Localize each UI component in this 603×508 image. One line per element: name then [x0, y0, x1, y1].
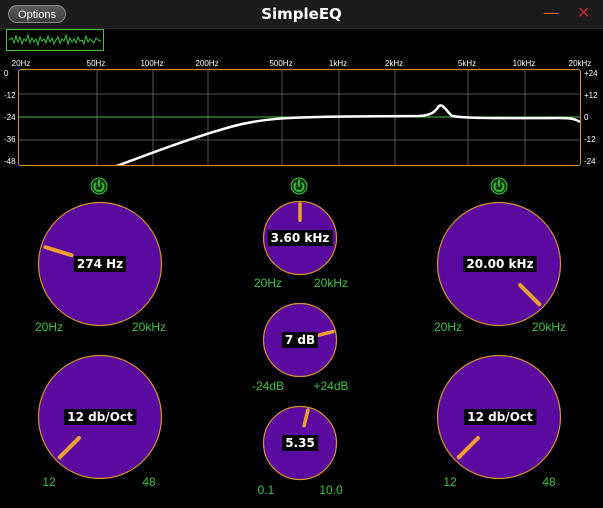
peak-gain-min-label: -24dB — [251, 379, 285, 393]
response-curve-plot — [19, 70, 581, 173]
freq-label: 10kHz — [512, 59, 536, 68]
high-cut-slope-value: 12 db/Oct — [464, 409, 536, 425]
low-cut-freq-min-label: 20Hz — [34, 320, 64, 334]
response-curve — [18, 69, 581, 173]
freq-label: 200Hz — [195, 59, 219, 68]
peak-quality-value: 5.35 — [282, 435, 318, 451]
peak-gain-max-label: +24dB — [313, 379, 349, 393]
db-label-left: -24 — [4, 113, 16, 122]
freq-label: 500Hz — [269, 59, 293, 68]
freq-label: 1kHz — [328, 59, 348, 68]
minimize-icon[interactable]: — — [543, 4, 559, 22]
high-cut-power-icon[interactable] — [490, 177, 508, 195]
high-cut-slope-min-label: 12 — [443, 475, 457, 489]
title-bar: Options SimpleEQ — ✕ — [0, 0, 603, 29]
spectrum-waveform-icon — [8, 33, 102, 47]
db-label-right: +24 — [584, 69, 598, 78]
low-cut-slope-max-label: 48 — [142, 475, 156, 489]
db-label-right: -12 — [584, 135, 596, 144]
low-cut-power-icon[interactable] — [90, 177, 108, 195]
db-label-right: +12 — [584, 91, 598, 100]
peak-power-icon[interactable] — [290, 177, 308, 195]
db-label-left: -48 — [4, 157, 16, 166]
db-label-right: -24 — [584, 157, 596, 166]
spectrum-analyzer — [6, 29, 104, 51]
freq-label: 20kHz — [568, 59, 592, 68]
db-label-left: 0 — [4, 69, 9, 78]
freq-label: 50Hz — [86, 59, 106, 68]
peak-gain-value: 7 dB — [281, 332, 319, 348]
db-label-right: 0 — [584, 113, 589, 122]
high-cut-slope-max-label: 48 — [542, 475, 556, 489]
freq-label: 20Hz — [11, 59, 31, 68]
window-title: SimpleEQ — [261, 5, 342, 23]
high-cut-freq-value: 20.00 kHz — [463, 256, 537, 272]
peak-freq-value: 3.60 kHz — [267, 230, 333, 246]
peak-freq-max-label: 20kHz — [313, 276, 349, 290]
low-cut-slope-min-label: 12 — [42, 475, 56, 489]
db-label-left: -12 — [4, 91, 16, 100]
high-cut-freq-min-label: 20Hz — [433, 320, 463, 334]
peak-quality-min-label: 0.1 — [257, 483, 275, 497]
db-label-left: -36 — [4, 135, 16, 144]
freq-label: 5kHz — [457, 59, 477, 68]
peak-quality-max-label: 10.0 — [319, 483, 343, 497]
freq-label: 100Hz — [140, 59, 164, 68]
high-cut-freq-max-label: 20kHz — [531, 320, 567, 334]
low-cut-freq-max-label: 20kHz — [131, 320, 167, 334]
peak-freq-min-label: 20Hz — [253, 276, 283, 290]
close-icon[interactable]: ✕ — [577, 4, 590, 22]
low-cut-slope-value: 12 db/Oct — [64, 409, 136, 425]
freq-label: 2kHz — [384, 59, 404, 68]
low-cut-freq-value: 274 Hz — [73, 256, 127, 272]
